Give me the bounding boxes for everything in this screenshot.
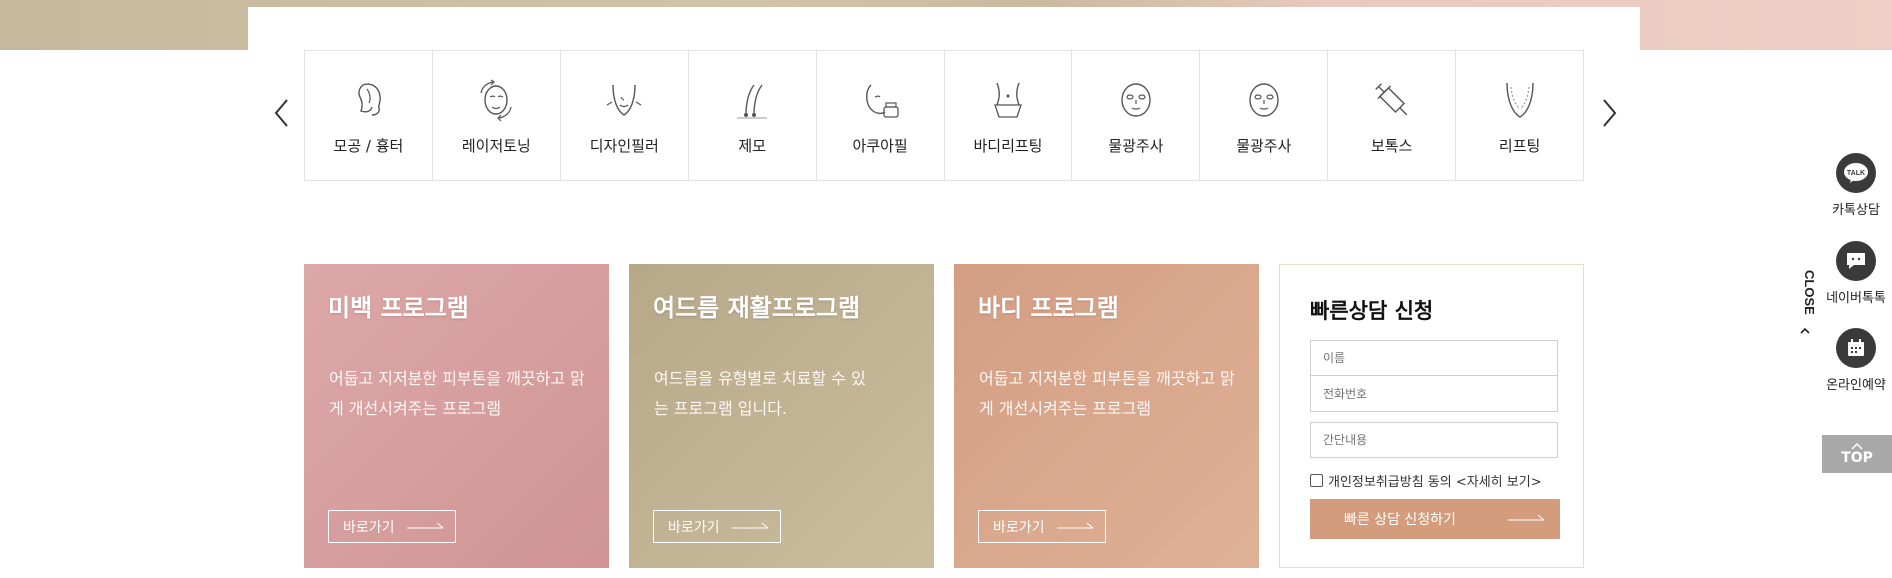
program-go-button[interactable]: 바로가기 xyxy=(653,510,781,543)
chevron-up-icon xyxy=(1851,442,1863,450)
category-item-lifting[interactable]: 리프팅 xyxy=(1456,51,1583,180)
chin-contour-icon xyxy=(606,84,642,116)
category-label: 아쿠아필 xyxy=(852,137,908,155)
face-lifting-icon xyxy=(1505,82,1534,118)
hair-follicle-icon xyxy=(737,84,768,119)
syringe-icon xyxy=(1374,83,1408,116)
chevron-left-icon xyxy=(274,99,288,127)
category-label: 바디리프팅 xyxy=(973,137,1043,155)
close-label: CLOSE xyxy=(1802,270,1814,315)
carousel-prev-button[interactable] xyxy=(270,96,294,130)
category-item-skin-booster-2[interactable]: 물광주사 xyxy=(1200,51,1329,180)
category-item-pore-scar[interactable]: 모공 / 흉터 xyxy=(305,51,433,180)
category-label: 물광주사 xyxy=(1108,137,1164,155)
long-arrow-right-icon xyxy=(1508,514,1545,521)
category-label: 디자인필러 xyxy=(589,137,659,155)
category-item-body-lifting[interactable]: 바디리프팅 xyxy=(945,51,1073,180)
program-go-button[interactable]: 바로가기 xyxy=(328,510,456,543)
category-item-botox[interactable]: 보톡스 xyxy=(1328,51,1457,180)
quick-consult-form: 빠른상담 신청 개인정보취급방침 동의 <자세히 보기> 빠른 상담 신청하기 xyxy=(1279,264,1584,568)
program-card-whitening: 미백 프로그램 어둡고 지저분한 피부톤을 깨끗하고 맑게 개선시켜주는 프로그… xyxy=(304,264,609,568)
treatment-category-carousel: 모공 / 흉터 레이저토닝 디자인필러 제모 아쿠아필 바디리프팅 물광주사 물… xyxy=(304,50,1584,181)
program-description: 어둡고 지저분한 피부톤을 깨끗하고 맑게 개선시켜주는 프로그램 xyxy=(979,369,1235,418)
submit-consult-button[interactable]: 빠른 상담 신청하기 xyxy=(1310,499,1560,539)
privacy-agree-label: 개인정보취급방침 동의 <자세히 보기> xyxy=(1328,475,1542,490)
long-arrow-right-icon xyxy=(732,522,769,529)
scroll-top-button[interactable]: TOP xyxy=(1822,435,1892,473)
program-go-label: 바로가기 xyxy=(993,519,1045,536)
face-rotate-icon xyxy=(480,79,512,122)
calendar-icon xyxy=(1836,328,1876,368)
category-label: 리프팅 xyxy=(1498,137,1541,155)
top-label: TOP xyxy=(1841,450,1873,466)
category-label: 제모 xyxy=(738,137,766,155)
online-reservation[interactable]: 온라인예약 xyxy=(1820,328,1892,393)
category-item-laser-toning[interactable]: 레이저토닝 xyxy=(433,51,561,180)
chat-bubble-icon xyxy=(1836,241,1876,281)
long-arrow-right-icon xyxy=(1057,522,1094,529)
category-label: 물광주사 xyxy=(1236,137,1292,155)
program-card-body: 바디 프로그램 어둡고 지저분한 피부톤을 깨끗하고 맑게 개선시켜주는 프로그… xyxy=(954,264,1259,568)
face-profile-icon xyxy=(358,83,382,116)
program-title: 바디 프로그램 xyxy=(978,294,1119,322)
kakao-talk-consult[interactable]: TALK 카톡상담 xyxy=(1820,153,1892,218)
chevron-right-icon xyxy=(1603,99,1617,127)
category-label: 모공 / 흉터 xyxy=(333,137,404,155)
program-title: 여드름 재활프로그램 xyxy=(653,294,861,322)
online-reservation-label: 온라인예약 xyxy=(1826,378,1886,393)
kakao-talk-icon: TALK xyxy=(1836,153,1876,193)
naver-talk-consult[interactable]: 네이버톡톡 xyxy=(1820,241,1892,306)
close-vertical-label: CLOSE xyxy=(1800,270,1817,334)
program-description: 여드름을 유형별로 치료할 수 있는 프로그램 입니다. xyxy=(654,369,866,418)
category-label: 보톡스 xyxy=(1371,137,1413,155)
kakao-talk-label: 카톡상담 xyxy=(1832,203,1880,218)
waist-icon xyxy=(994,82,1022,118)
privacy-checkbox[interactable] xyxy=(1310,474,1323,487)
program-card-acne: 여드름 재활프로그램 여드름을 유형별로 치료할 수 있는 프로그램 입니다. … xyxy=(629,264,934,568)
sidebar-close-toggle[interactable]: CLOSE xyxy=(1796,268,1817,340)
category-item-design-filler[interactable]: 디자인필러 xyxy=(561,51,689,180)
privacy-agree[interactable]: 개인정보취급방침 동의 <자세히 보기> xyxy=(1310,471,1542,490)
form-title: 빠른상담 신청 xyxy=(1310,299,1434,323)
face-cream-icon xyxy=(866,84,899,118)
program-go-button[interactable]: 바로가기 xyxy=(978,510,1106,543)
long-arrow-right-icon xyxy=(407,522,444,529)
category-item-hair-removal[interactable]: 제모 xyxy=(689,51,817,180)
program-go-label: 바로가기 xyxy=(343,519,395,536)
phone-input[interactable] xyxy=(1310,376,1558,412)
program-go-label: 바로가기 xyxy=(668,519,720,536)
carousel-next-button[interactable] xyxy=(1597,96,1621,130)
name-input[interactable] xyxy=(1310,340,1558,376)
program-description: 어둡고 지저분한 피부톤을 깨끗하고 맑게 개선시켜주는 프로그램 xyxy=(329,369,585,418)
naver-talk-label: 네이버톡톡 xyxy=(1826,291,1886,306)
submit-consult-label: 빠른 상담 신청하기 xyxy=(1344,512,1456,528)
message-input[interactable] xyxy=(1310,422,1558,458)
face-mask-icon xyxy=(1249,83,1279,117)
face-mask-icon xyxy=(1121,83,1151,117)
program-title: 미백 프로그램 xyxy=(328,294,469,322)
chevron-up-icon xyxy=(1800,327,1810,334)
category-item-skin-booster-1[interactable]: 물광주사 xyxy=(1072,51,1201,180)
category-label: 레이저토닝 xyxy=(461,137,531,155)
category-item-aqua-peel[interactable]: 아쿠아필 xyxy=(817,51,945,180)
talk-badge-text: TALK xyxy=(1847,170,1865,177)
